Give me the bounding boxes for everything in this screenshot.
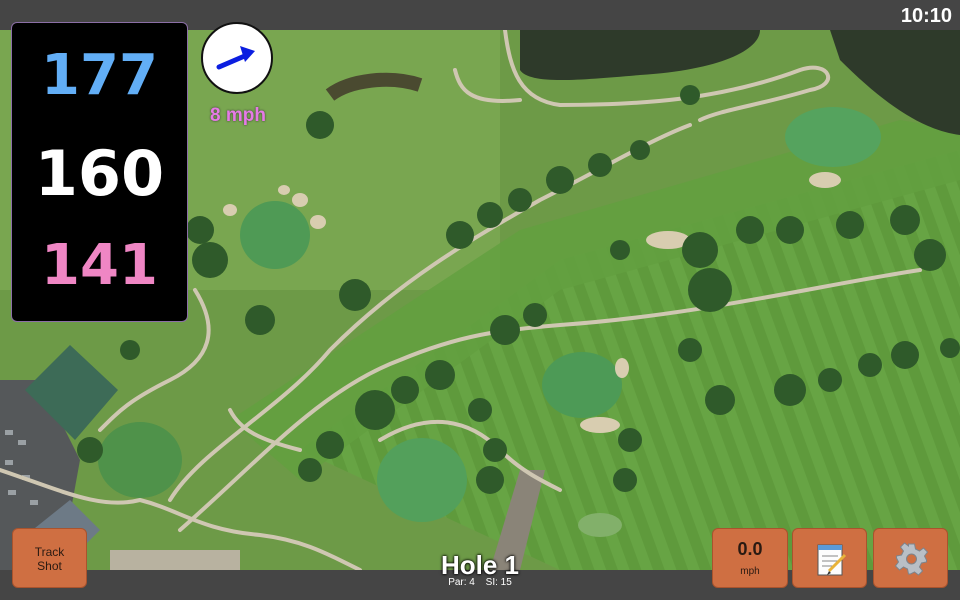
wind-direction-indicator [201, 22, 273, 94]
wind-arrow-icon [216, 46, 255, 70]
track-shot-button[interactable]: Track Shot [12, 528, 87, 588]
distance-panel: 177 160 141 [11, 22, 188, 322]
middle-distance: 160 [34, 137, 165, 210]
speed-button[interactable]: 0.0 mph [712, 528, 788, 588]
back-distance: 177 [41, 43, 158, 108]
settings-button[interactable] [873, 528, 948, 588]
track-shot-label: Track Shot [34, 545, 65, 573]
notes-button[interactable] [792, 528, 867, 588]
gear-icon [894, 542, 929, 576]
hole-info: Par: 4 SI: 15 [380, 577, 580, 588]
speed-unit: mph [740, 566, 760, 577]
wind-speed-label: 8 mph [210, 105, 266, 126]
par-label: Par: 4 [448, 577, 475, 588]
front-distance: 141 [41, 233, 158, 298]
clock: 10:10 [900, 5, 952, 27]
speed-value: 0.0 [737, 539, 763, 559]
notepad-icon [817, 544, 847, 576]
stroke-index-label: SI: 15 [485, 577, 512, 588]
